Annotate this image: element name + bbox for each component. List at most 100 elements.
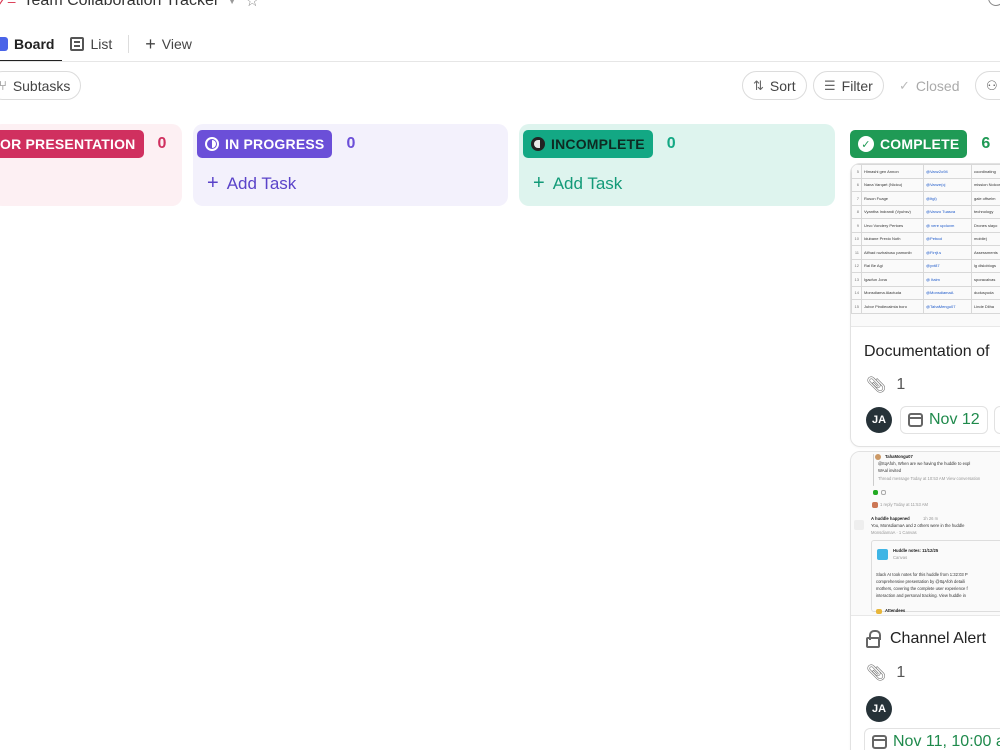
sort-icon: ⇅ [753,77,764,93]
status-label: IN PROGRESS [225,136,325,152]
table-row: 10 Idubane Prexio Noth @Pebcol mobile) [851,231,1000,246]
table-cell: 13 [851,272,862,287]
filter-button[interactable]: ☰ Filter [813,71,884,100]
calendar-icon [908,413,923,427]
card-title: Channel Alert [890,630,987,647]
status-badge[interactable]: IN PROGRESS [197,130,333,158]
table-cell: @yvt87 [923,258,972,273]
board-page: ✓– Team Collaboration Tracker ▼ ☆ Board … [0,0,1000,750]
card-title-row[interactable]: Channel Alert [866,630,986,648]
tab-list-label: List [90,36,113,52]
status-badge[interactable]: OR PRESENTATION [0,130,144,158]
closed-toggle[interactable]: ✓ Closed [888,71,971,100]
sort-button[interactable]: ⇅ Sort [742,71,807,100]
table-cell: Assessments [971,245,1000,260]
task-count: 6 [981,135,991,152]
assignees-button[interactable]: ⚇ [975,71,1000,100]
tabs-divider [0,61,1000,62]
table-cell: mobile) [971,231,1000,246]
table-cell: 10 [851,231,862,246]
add-task-button[interactable]: + Add Task [533,172,622,195]
table-cell: @Vanze(cj [923,177,972,192]
plus-icon: + [533,172,545,194]
add-task-label: Add Task [226,173,297,193]
add-task-label: Add Task [552,173,623,193]
avatar[interactable]: JA [866,696,892,722]
due-date[interactable]: Nov 11, 10:00 a [864,728,1000,750]
table-cell: 11 [851,245,862,260]
table-cell: coordinating [971,164,1000,179]
card-title[interactable]: Documentation of [864,343,989,361]
table-cell: sporacalvas [971,272,1000,287]
status-label: COMPLETE [880,136,960,152]
table-cell: 12 [851,258,862,273]
table-cell: Himashi gen Annon [861,164,924,179]
status-badge[interactable]: ✓ COMPLETE [850,130,968,158]
check-circle-icon: ✓ [899,77,910,93]
table-cell: technology [971,204,1000,219]
due-date-value: Nov 12 [929,411,980,428]
plus-icon: + [207,172,219,194]
table-cell: lg dlsloblogs [971,258,1000,273]
status-badge[interactable]: INCOMPLETE [523,130,653,158]
task-count: 0 [157,135,167,152]
column-in-progress: IN PROGRESS 0 + Add Task [193,124,508,206]
table-cell: @ vere upduvm [923,218,972,233]
subtasks-button[interactable]: ⑂ Subtasks [0,71,82,100]
table-cell: mission Nolcor [971,177,1000,192]
page-title[interactable]: Team Collaboration Tracker [24,0,220,10]
status-label: INCOMPLETE [551,136,645,152]
table-cell: @Pebcol [923,231,972,246]
add-view-button[interactable]: + View [137,26,200,62]
avatar[interactable]: JA [866,407,892,433]
chat-preview: TahaMongu07 @ItqAfoh, When are we having… [851,452,1000,614]
column-header: IN PROGRESS 0 [197,130,355,158]
priority-chip[interactable] [994,406,1000,434]
status-label: OR PRESENTATION [0,136,136,152]
attachment-count-value: 1 [896,376,906,393]
task-card[interactable]: TahaMongu07 @ItqAfoh, When are we having… [850,451,1000,750]
table-cell: Idubane Prexio Noth [861,231,924,246]
closed-label: Closed [915,77,960,94]
attachment-count: 📎︎ 1 [866,375,905,395]
column-header: INCOMPLETE 0 [523,130,676,158]
add-view-label: View [161,36,192,52]
view-tabs: Board List + View [0,26,200,62]
table-cell: @Vanz2o94 [923,164,972,179]
table-row: 12 Rai Be Agi @yvt87 lg dlsloblogs [851,258,1000,273]
paperclip-icon: 📎︎ [866,377,887,394]
in-progress-icon [205,137,219,151]
table-cell: @ Itaim [923,272,972,287]
subtasks-label: Subtasks [12,77,71,94]
add-task-button[interactable]: + Add Task [207,172,296,195]
table-cell: Linde Dliha [971,299,1000,314]
column-header: OR PRESENTATION 0 [0,130,166,158]
table-row: 11 Alfhad ruzhabusu pamonib @Firrjt.s Asses… [851,245,1000,260]
due-date[interactable]: Nov 12 [900,406,988,434]
table-cell: 8 [851,204,862,219]
tab-board[interactable]: Board [0,26,63,62]
table-cell: 15 [851,299,862,314]
tab-list[interactable]: List [62,26,120,62]
table-row: 9 Urvo Vondery Pertoes @ vere upduvm Drones… [851,218,1000,233]
attachment-thumbnail[interactable]: 5 Himashi gen Annon @Vanz2o94 coordinating 6… [851,164,1000,327]
table-row: 8 Vyantha Indrandi (Vyuhsv) @Vanzo Tuasva t… [851,204,1000,219]
due-date-value: Nov 11, 10:00 a [893,733,1000,750]
toolbar: ⑂ Subtasks ⇅ Sort ☰ Filter ✓ Closed ⚇ [0,70,1000,102]
attachment-thumbnail[interactable]: TahaMongu07 @ItqAfoh, When are we having… [851,452,1000,616]
task-card[interactable]: 5 Himashi gen Annon @Vanz2o94 coordinating 6… [850,163,1000,447]
column-incomplete: INCOMPLETE 0 + Add Task [519,124,835,206]
table-row: 6 Nana Varqart (Nicicu) @Vanze(cj mission N… [851,177,1000,192]
column-header: ✓ COMPLETE 6 [850,130,990,158]
table-cell: @Itgl) [923,191,972,206]
table-cell: Nana Varqart (Nicicu) [861,177,924,192]
table-cell: @Vanzo Tuasva [923,204,972,219]
settings-icon[interactable] [988,0,1000,6]
board-icon [0,37,8,51]
chevron-down-icon[interactable]: ▼ [227,0,237,7]
star-icon[interactable]: ☆ [245,0,259,11]
tab-divider [128,35,130,53]
plus-icon: + [145,33,156,54]
column-presentation: OR PRESENTATION 0 [0,124,182,206]
header: ✓– Team Collaboration Tracker ▼ ☆ [0,0,259,14]
